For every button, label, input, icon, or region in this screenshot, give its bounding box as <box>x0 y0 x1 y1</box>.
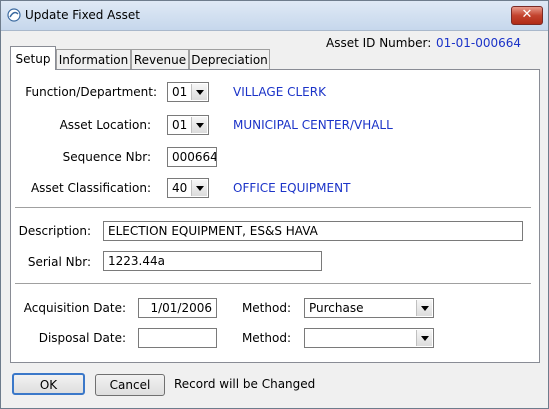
sequence-nbr-label: Sequence Nbr: <box>62 150 151 164</box>
disposal-date-field[interactable] <box>138 328 217 348</box>
setup-panel <box>10 69 540 363</box>
chevron-down-icon[interactable] <box>191 180 207 196</box>
close-button[interactable]: ✕ <box>511 6 543 25</box>
serial-nbr-label: Serial Nbr: <box>27 255 91 269</box>
title-bar[interactable]: Update Fixed Asset ✕ <box>1 1 548 31</box>
tab-setup[interactable]: Setup <box>10 46 56 70</box>
disposal-method-label: Method: <box>241 331 291 345</box>
asset-classification-value: 40 <box>172 181 188 195</box>
asset-classification-label: Asset Classification: <box>30 181 151 195</box>
description-label: Description: <box>18 224 91 238</box>
section-divider <box>15 283 531 285</box>
asset-location-description: MUNICIPAL CENTER/VHALL <box>233 118 393 132</box>
status-message: Record will be Changed <box>174 377 316 391</box>
asset-classification-select[interactable]: 40 <box>167 178 209 198</box>
acquisition-method-select[interactable]: Purchase <box>304 298 434 318</box>
chevron-down-icon[interactable] <box>416 300 432 316</box>
chevron-down-icon[interactable] <box>416 330 432 346</box>
asset-id-value: 01-01-000664 <box>436 36 522 50</box>
ok-button[interactable]: OK <box>12 373 85 395</box>
chevron-down-icon[interactable] <box>191 117 207 133</box>
function-department-label: Function/Department: <box>25 85 157 99</box>
tab-information[interactable]: Information <box>56 49 131 69</box>
description-field[interactable]: ELECTION EQUIPMENT, ES&S HAVA <box>103 221 523 241</box>
function-department-value: 01 <box>172 85 188 99</box>
tab-depreciation[interactable]: Depreciation <box>189 49 270 69</box>
function-department-select[interactable]: 01 <box>167 82 209 102</box>
section-divider <box>15 207 531 209</box>
sequence-nbr-field[interactable]: 000664 <box>167 147 217 167</box>
tab-revenue[interactable]: Revenue <box>131 49 189 69</box>
asset-location-select[interactable]: 01 <box>167 115 209 135</box>
chevron-down-icon[interactable] <box>191 84 207 100</box>
disposal-date-label: Disposal Date: <box>38 331 126 345</box>
cancel-button[interactable]: Cancel <box>95 374 165 396</box>
function-department-description: VILLAGE CLERK <box>233 85 326 99</box>
serial-nbr-field[interactable]: 1223.44a <box>103 251 322 271</box>
acquisition-method-value: Purchase <box>309 301 364 315</box>
window-title: Update Fixed Asset <box>25 8 140 22</box>
update-fixed-asset-window: Update Fixed Asset ✕ Asset ID Number: 01… <box>0 0 549 409</box>
acquisition-date-label: Acquisition Date: <box>23 301 126 315</box>
asset-location-value: 01 <box>172 118 188 132</box>
acquisition-method-label: Method: <box>241 301 291 315</box>
acquisition-date-field[interactable]: 1/01/2006 <box>138 298 217 318</box>
asset-location-label: Asset Location: <box>59 118 151 132</box>
asset-id-label: Asset ID Number: <box>326 36 432 50</box>
app-icon <box>7 8 21 22</box>
disposal-method-select[interactable] <box>304 328 434 348</box>
asset-classification-description: OFFICE EQUIPMENT <box>233 181 351 195</box>
